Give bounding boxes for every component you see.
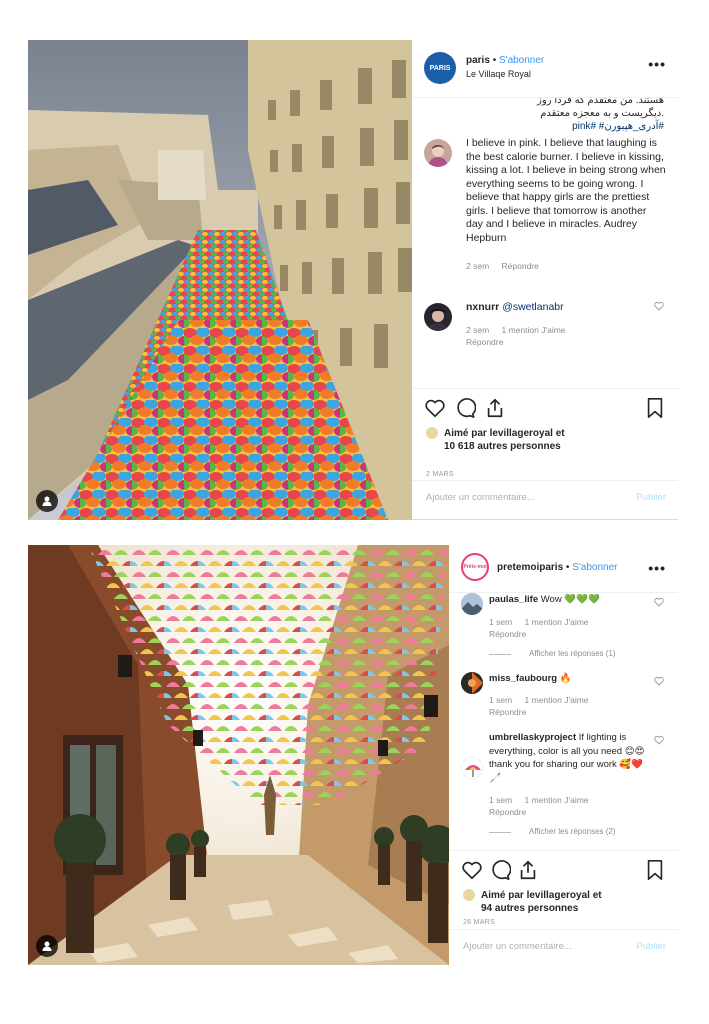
comment-icon[interactable] xyxy=(489,859,511,881)
comment-likes-count[interactable]: 1 mention J'aime xyxy=(525,617,589,627)
comment-like-icon[interactable] xyxy=(654,735,664,745)
comment-username[interactable]: miss_faubourg xyxy=(489,673,557,684)
comment-likes-count[interactable]: 1 mention J'aime xyxy=(502,325,566,335)
likes-line-2: 94 autres personnes xyxy=(481,903,579,914)
liker-avatar xyxy=(426,427,438,439)
share-icon[interactable] xyxy=(484,397,506,419)
comment-username[interactable]: paulas_life xyxy=(489,594,538,605)
comment-like-icon[interactable] xyxy=(654,301,664,311)
pretemoi-avatar[interactable]: Prête-moi xyxy=(461,553,489,581)
separator-dot: • xyxy=(565,562,570,573)
caption-rtl-line: هستند. من معتقدم كه فردا روز xyxy=(537,98,664,106)
caption-rtl-line: .ديگريست و به معجزه معتقدم xyxy=(540,108,664,119)
likes-summary[interactable]: Aimé par levillageroyal et 10 618 autres… xyxy=(426,427,666,453)
more-options-icon[interactable]: ••• xyxy=(648,56,666,72)
comment-text: Wow 💚💚💚 xyxy=(540,594,600,605)
comments-list[interactable]: paulas_life Wow 💚💚💚 1 sem 1 mention J'ai… xyxy=(449,593,678,851)
caption-time: 2 sem xyxy=(466,261,490,271)
follow-button[interactable]: S'abonner xyxy=(572,562,617,573)
bookmark-icon[interactable] xyxy=(644,397,666,419)
commenter-avatar[interactable] xyxy=(461,757,483,779)
comment-time: 1 sem xyxy=(489,695,513,705)
avatar-label: PARIS xyxy=(429,64,451,72)
comment-mention[interactable]: @swetlanabr xyxy=(502,301,563,313)
liker-avatar xyxy=(463,889,475,901)
comment-reply-link[interactable]: Répondre xyxy=(489,807,526,817)
publish-button[interactable]: Publier xyxy=(636,492,666,503)
comment-icon[interactable] xyxy=(454,397,476,419)
paris-avatar[interactable]: PARIS xyxy=(424,52,456,84)
view-replies-link[interactable]: Afficher les réponses (1) xyxy=(489,649,666,658)
publish-button[interactable]: Publier xyxy=(636,941,666,952)
caption-block: I believe in pink. I believe that laughi… xyxy=(412,137,678,271)
comment-username[interactable]: umbrellaskyproject xyxy=(489,732,576,743)
post-photo-umbrella-sky[interactable] xyxy=(28,545,449,965)
comment-likes-count[interactable]: 1 mention J'aime xyxy=(525,795,589,805)
add-comment-input[interactable]: Ajouter un commentaire... xyxy=(463,941,572,952)
commenter-avatar[interactable] xyxy=(424,303,452,331)
commenter-avatar[interactable] xyxy=(461,593,483,615)
post-date: 26 MARS xyxy=(463,919,496,926)
likes-line-1: Aimé par levillageroyal et xyxy=(444,428,565,439)
comment-item: miss_faubourg 🔥 1 sem 1 mention J'aime R… xyxy=(449,671,678,717)
comments-list[interactable]: هستند. من معتقدم كه فردا روز .ديگريست و … xyxy=(412,98,678,388)
view-replies-link[interactable]: Afficher les réponses (2) xyxy=(489,827,666,836)
comment-likes-count[interactable]: 1 mention J'aime xyxy=(525,695,589,705)
likes-summary[interactable]: Aimé par levillageroyal et 94 autres per… xyxy=(463,889,703,915)
share-icon[interactable] xyxy=(517,859,539,881)
comment-text: 🔥 xyxy=(559,672,572,684)
tagged-user-icon[interactable] xyxy=(36,490,58,512)
likes-line-1: Aimé par levillageroyal et xyxy=(481,890,602,901)
likes-line-2: 10 618 autres personnes xyxy=(444,441,561,452)
post-header: PARIS paris • S'abonner Le Villaqe Royal… xyxy=(412,40,678,98)
comment-reply-link[interactable]: Répondre xyxy=(489,707,526,717)
avatar-label: Prête-moi xyxy=(463,564,487,570)
comment-time: 2 sem xyxy=(466,324,490,335)
photo-illustration xyxy=(28,40,412,520)
username-link[interactable]: paris xyxy=(466,55,490,66)
bookmark-icon[interactable] xyxy=(644,859,666,881)
post-side-panel: Prête-moi pretemoiparis • S'abonner ••• … xyxy=(449,545,678,965)
comment-reply-link[interactable]: Répondre xyxy=(466,337,503,347)
separator-dot: • xyxy=(492,55,497,66)
comment-item: nxnurr @swetlanabr 2 sem 1 mention J'aim… xyxy=(412,301,678,347)
post-photo-umbrellas-alley[interactable] xyxy=(28,40,412,520)
caption-avatar[interactable] xyxy=(424,139,452,167)
comment-item: paulas_life Wow 💚💚💚 1 sem 1 mention J'ai… xyxy=(449,593,678,658)
follow-button[interactable]: S'abonner xyxy=(499,55,544,66)
username-link[interactable]: pretemoiparis xyxy=(497,562,563,573)
heart-icon[interactable] xyxy=(424,397,446,419)
commenter-avatar[interactable] xyxy=(461,671,483,694)
post-date: 2 MARS xyxy=(426,471,454,478)
comment-username[interactable]: nxnurr xyxy=(466,301,499,313)
comment-like-icon[interactable] xyxy=(654,597,664,607)
tagged-user-icon[interactable] xyxy=(36,935,58,957)
post-actions: Aimé par levillageroyal et 94 autres per… xyxy=(449,850,678,940)
heart-icon[interactable] xyxy=(461,859,483,881)
caption-rtl-hashtags[interactable]: #آدری_هپبورن# #pink xyxy=(412,120,678,133)
add-comment-bar: Ajouter un commentaire... Publier xyxy=(412,480,678,514)
more-options-icon[interactable]: ••• xyxy=(648,560,666,576)
location-link[interactable]: Le Villaqe Royal xyxy=(466,69,531,79)
add-comment-bar: Ajouter un commentaire... Publier xyxy=(449,929,678,963)
comment-time: 1 sem xyxy=(489,616,513,627)
add-comment-input[interactable]: Ajouter un commentaire... xyxy=(426,492,535,503)
caption-text: I believe in pink. I believe that laughi… xyxy=(466,137,666,244)
comment-item: umbrellaskyproject If lighting is everyt… xyxy=(449,731,678,836)
photo-illustration xyxy=(28,545,449,965)
comment-reply-link[interactable]: Répondre xyxy=(489,629,526,639)
comment-like-icon[interactable] xyxy=(654,676,664,686)
comment-time: 1 sem xyxy=(489,795,513,805)
caption-reply-link[interactable]: Répondre xyxy=(502,261,539,271)
instagram-post-2: Prête-moi pretemoiparis • S'abonner ••• … xyxy=(28,545,678,965)
post-actions: Aimé par levillageroyal et 10 618 autres… xyxy=(412,388,678,478)
post-side-panel: PARIS paris • S'abonner Le Villaqe Royal… xyxy=(412,40,678,519)
instagram-post-1: PARIS paris • S'abonner Le Villaqe Royal… xyxy=(28,40,678,520)
post-header: Prête-moi pretemoiparis • S'abonner ••• xyxy=(449,545,678,593)
